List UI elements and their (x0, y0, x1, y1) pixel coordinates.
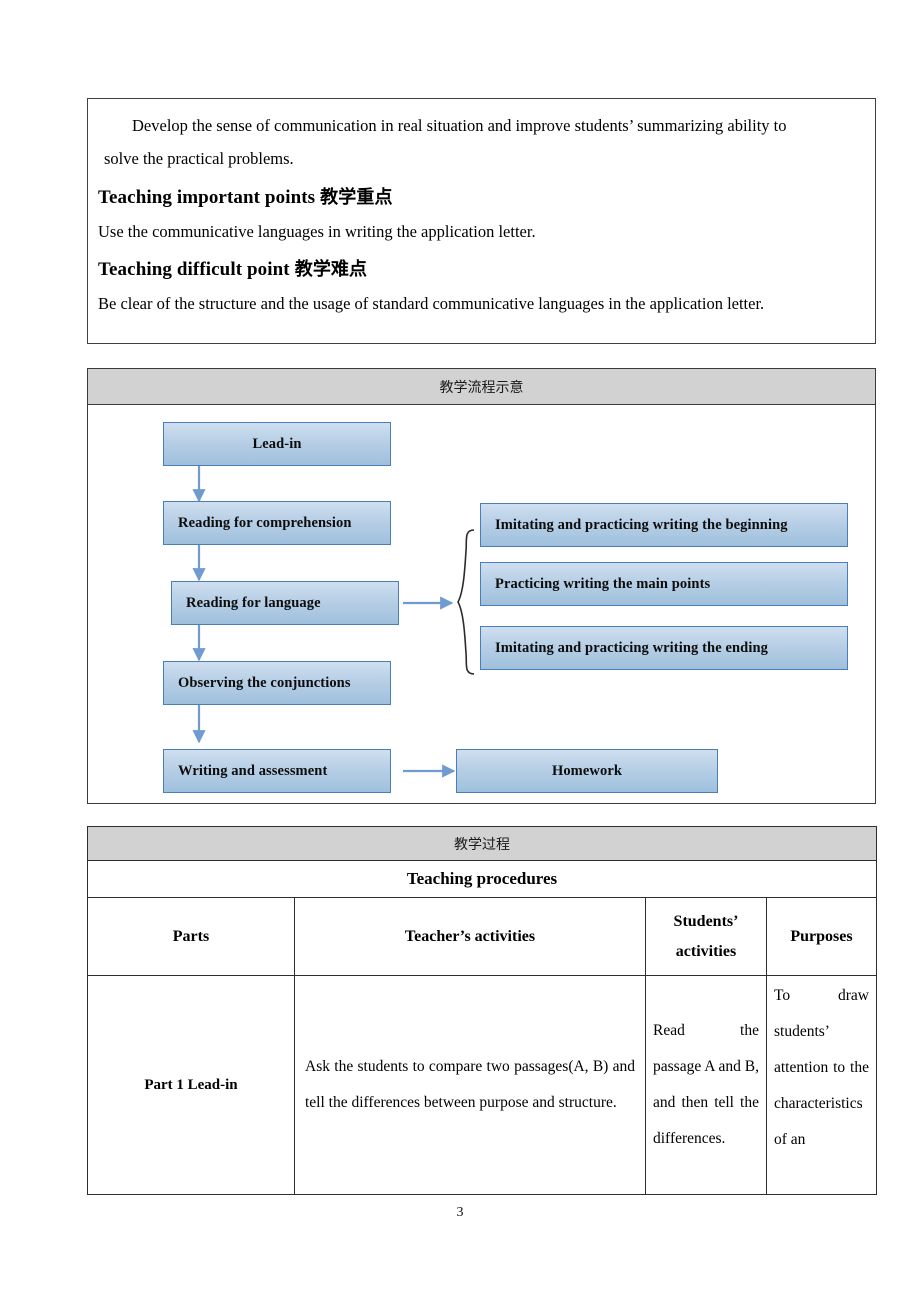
procedures-header-cn: 教学过程 (87, 826, 877, 861)
table-row: Part 1 Lead-in Ask the students to compa… (87, 975, 877, 1195)
flow-node-lead-in[interactable]: Lead-in (163, 422, 391, 466)
column-header-students-activities: Students’ activities (645, 897, 767, 976)
teaching-difficult-point-heading: Teaching difficult point 教学难点 (98, 253, 865, 287)
column-header-parts: Parts (87, 897, 295, 976)
objectives-box-content: Develop the sense of communication in re… (88, 99, 875, 319)
flow-node-reading-for-comprehension[interactable]: Reading for comprehension (163, 501, 391, 545)
cell-teacher-activities-text: Ask the students to compare two passages… (305, 1058, 635, 1111)
flowchart-header-title: 教学流程示意 (88, 369, 875, 405)
table-row-header-en: Teaching procedures (87, 860, 877, 898)
teaching-procedures-table: 教学过程 Teaching procedures Parts Teacher’s… (87, 826, 877, 1195)
flow-node-reading-for-comprehension-label: Reading for comprehension (178, 514, 352, 531)
flow-node-writing-and-assessment-label: Writing and assessment (178, 762, 328, 779)
column-header-students-activities-line2: activities (675, 942, 737, 960)
flow-node-practicing-main-points-label: Practicing writing the main points (495, 575, 711, 592)
procedures-header-en: Teaching procedures (87, 860, 877, 898)
cell-part-name: Part 1 Lead-in (87, 975, 295, 1195)
teaching-difficult-point-heading-en: Teaching difficult point (98, 259, 290, 280)
table-row-header-cn: 教学过程 (87, 826, 877, 861)
column-header-teacher-activities: Teacher’s activities (294, 897, 646, 976)
table-row-column-headers: Parts Teacher’s activities Students’ act… (87, 897, 877, 976)
teaching-important-points-heading-en: Teaching important points (98, 187, 316, 208)
objective-paragraph-line1: Develop the sense of communication in re… (132, 116, 787, 135)
flow-node-lead-in-label: Lead-in (252, 435, 302, 452)
column-header-students-activities-line1: Students’ (673, 912, 739, 930)
flow-node-observing-the-conjunctions-label: Observing the conjunctions (178, 674, 351, 691)
flow-node-writing-and-assessment[interactable]: Writing and assessment (163, 749, 391, 793)
teaching-flowchart-table: 教学流程示意 Lead-in Reading for comprehension… (87, 368, 876, 804)
flow-node-reading-for-language-label: Reading for language (186, 594, 321, 611)
flow-node-imitating-ending-label: Imitating and practicing writing the end… (495, 639, 768, 656)
grouping-brace (457, 529, 475, 675)
teaching-important-points-text: Use the communicative languages in writi… (98, 222, 536, 241)
cell-purposes-text: To draw students’ attention to the chara… (774, 987, 869, 1148)
flow-node-imitating-beginning-label: Imitating and practicing writing the beg… (495, 516, 788, 533)
cell-purposes: To draw students’ attention to the chara… (766, 975, 877, 1195)
objective-paragraph-line2: solve the practical problems. (104, 149, 294, 168)
cell-students-activities-text: Read the passage A and B, and then tell … (653, 1022, 759, 1147)
flow-node-homework[interactable]: Homework (456, 749, 718, 793)
objectives-box: Develop the sense of communication in re… (87, 98, 876, 344)
flowchart-canvas: Lead-in Reading for comprehension Readin… (88, 405, 875, 803)
teaching-important-points-heading: Teaching important points 教学重点 (98, 181, 865, 215)
page-number: 3 (456, 1205, 464, 1220)
flow-node-homework-label: Homework (551, 762, 623, 779)
cell-teacher-activities: Ask the students to compare two passages… (294, 975, 646, 1195)
document-page: Develop the sense of communication in re… (0, 0, 920, 1302)
flow-node-imitating-beginning[interactable]: Imitating and practicing writing the beg… (480, 503, 848, 547)
flow-node-practicing-main-points[interactable]: Practicing writing the main points (480, 562, 848, 606)
cell-students-activities: Read the passage A and B, and then tell … (645, 975, 767, 1195)
column-header-purposes: Purposes (766, 897, 877, 976)
teaching-difficult-point-text: Be clear of the structure and the usage … (98, 294, 765, 313)
flow-node-reading-for-language[interactable]: Reading for language (171, 581, 399, 625)
flow-node-imitating-ending[interactable]: Imitating and practicing writing the end… (480, 626, 848, 670)
flow-node-observing-the-conjunctions[interactable]: Observing the conjunctions (163, 661, 391, 705)
teaching-difficult-point-heading-cn: 教学难点 (294, 259, 368, 280)
teaching-important-points-heading-cn: 教学重点 (320, 187, 393, 208)
